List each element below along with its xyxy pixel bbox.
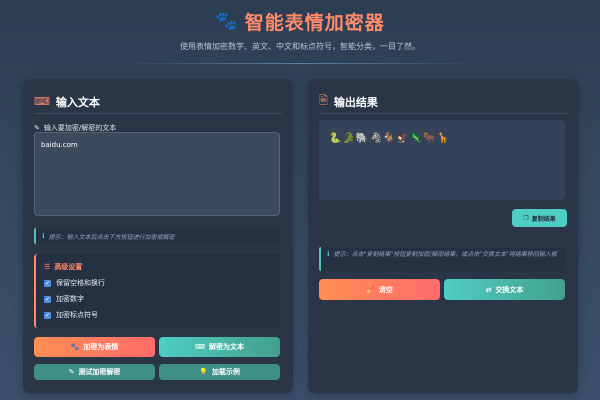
app-title: 🐾 智能表情加密器 [215, 8, 384, 35]
decrypt-button[interactable]: ⌨ 解密为文本 [159, 337, 280, 357]
paw-icon: 🐾 [215, 11, 239, 32]
option-encrypt-punctuation[interactable]: ✓ 加密标点符号 [44, 310, 272, 320]
keyboard-icon: ⌨ [34, 95, 50, 108]
broom-icon: 🧹 [366, 285, 375, 294]
input-panel: ⌨ 输入文本 ✎ 输入要加密/解密的文本 baidu.com ℹ 提示：输入文本… [23, 79, 293, 393]
load-example-button[interactable]: 💡 加载示例 [159, 364, 280, 380]
option-keep-whitespace[interactable]: ✓ 保留空格和换行 [44, 278, 272, 288]
checkbox-checked-icon[interactable]: ✓ [44, 279, 51, 287]
output-panel-header: 🗎 输出结果 [319, 90, 567, 114]
checkbox-checked-icon[interactable]: ✓ [44, 295, 51, 303]
paw-icon: 🐾 [70, 343, 80, 351]
checkbox-checked-icon[interactable]: ✓ [44, 311, 51, 319]
input-panel-header: ⌨ 输入文本 [34, 90, 282, 114]
swap-button[interactable]: ⇄ 交换文本 [444, 279, 565, 300]
info-icon: ℹ [42, 232, 45, 240]
header-divider [120, 63, 480, 64]
output-panel-title: 输出结果 [333, 95, 378, 109]
file-code-icon: 🗎 [319, 94, 328, 107]
input-hint: ℹ 提示：输入文本后点击下方按钮进行加密或解密 [34, 228, 280, 244]
lightbulb-icon: 💡 [199, 368, 208, 376]
swap-icon: ⇄ [485, 285, 492, 294]
input-textarea[interactable]: baidu.com [34, 132, 280, 216]
input-panel-title: 输入文本 [55, 95, 100, 109]
clear-button[interactable]: 🧹 清空 [319, 279, 440, 300]
copy-icon: ❐ [523, 214, 529, 222]
output-hint: ℹ 提示：点击"复制结果"按钮复制加密/解密结果，或点击"交换文本"将结果移回输… [319, 247, 565, 271]
keyboard-icon: ⌨ [194, 343, 206, 351]
app-subtitle: 使用表情加密数字、英文、中文和标点符号，智能分类，一目了然。 [180, 42, 420, 51]
test-button[interactable]: ✎ 测试加密解密 [34, 364, 155, 380]
copy-button[interactable]: ❐ 复制结果 [512, 209, 567, 227]
pencil-icon: ✎ [34, 124, 40, 132]
sliders-icon: ☰ [44, 263, 51, 271]
advanced-settings: ☰ 高级设置 ✓ 保留空格和换行 ✓ 加密数字 ✓ 加密标点符号 [34, 254, 280, 328]
output-panel: 🗎 输出结果 🐍🐊🐘🦓🐐🦅🦎🐂🦒 ❐ 复制结果 ℹ 提示：点击"复制结果"按钮复… [308, 79, 578, 393]
page-header: 🐾 智能表情加密器 使用表情加密数字、英文、中文和标点符号，智能分类，一目了然。 [0, 8, 600, 52]
wand-icon: ✎ [68, 368, 75, 376]
encrypt-button[interactable]: 🐾 加密为表情 [34, 337, 155, 357]
option-encrypt-numbers[interactable]: ✓ 加密数字 [44, 294, 272, 304]
info-icon: ℹ [327, 250, 330, 258]
title-text: 智能表情加密器 [244, 12, 385, 34]
advanced-settings-title: ☰ 高级设置 [44, 263, 83, 271]
output-result[interactable]: 🐍🐊🐘🦓🐐🦅🦎🐂🦒 [319, 120, 565, 200]
